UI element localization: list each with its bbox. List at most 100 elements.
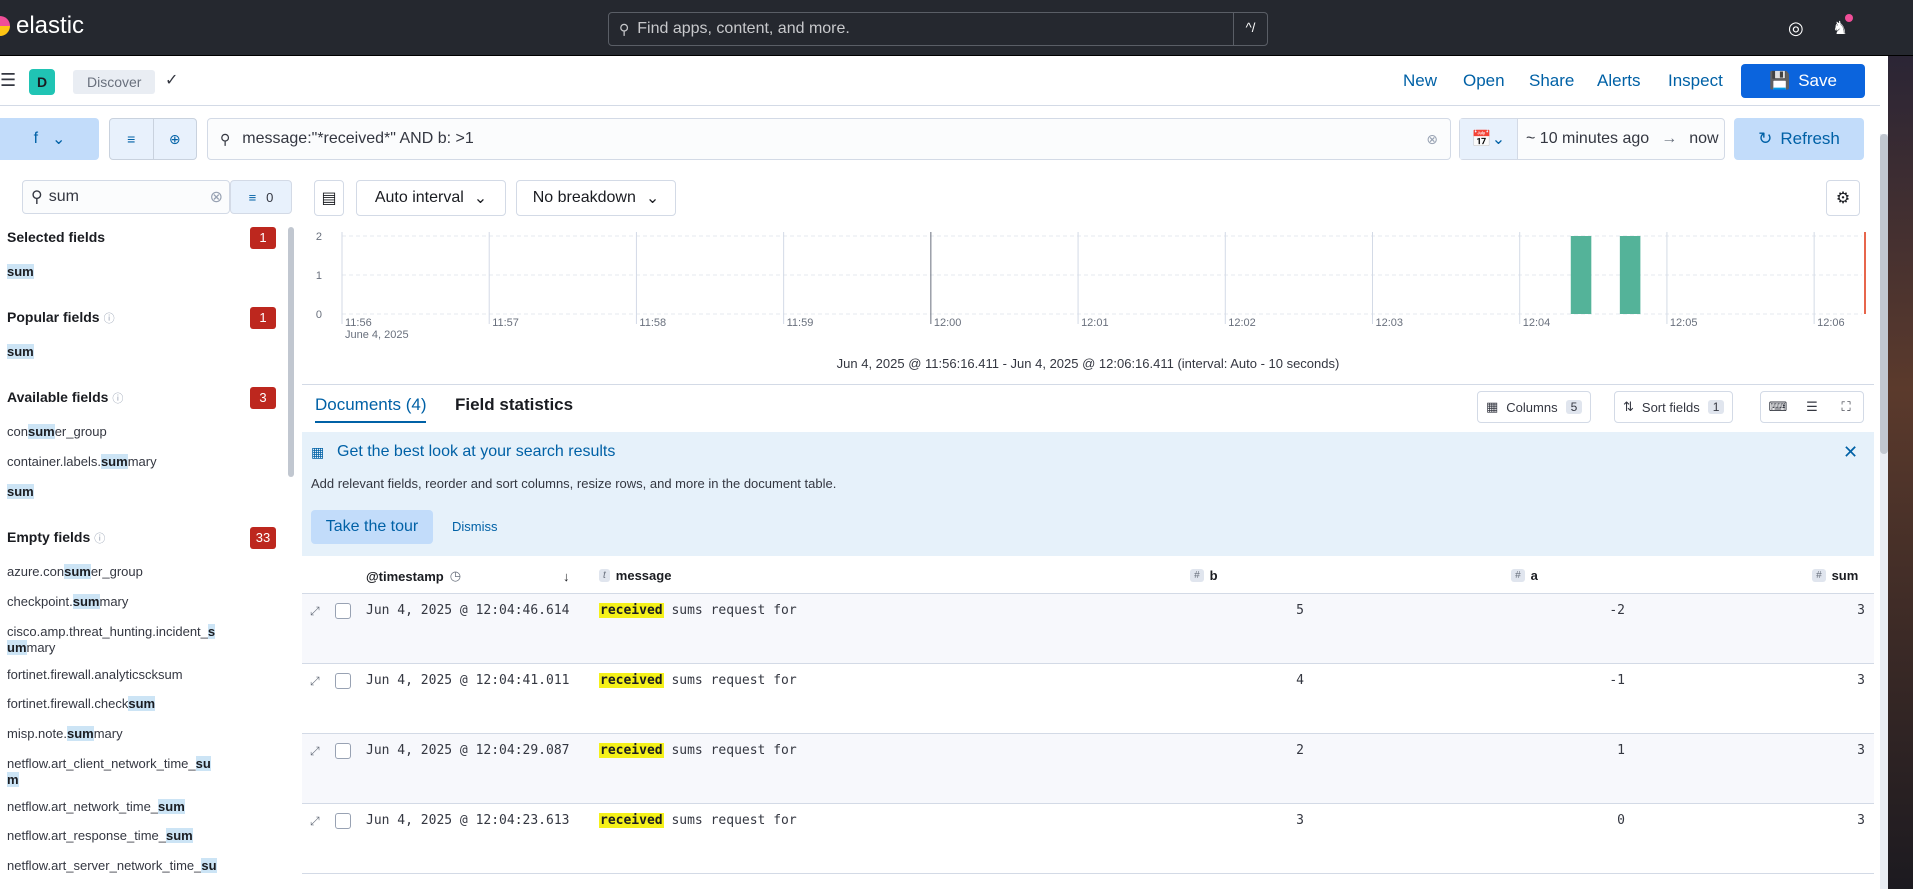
field-item[interactable]: netflow.art_response_time_sum	[7, 828, 237, 844]
expand-row-icon[interactable]: ⤢	[310, 744, 320, 759]
columns-icon: ▦	[1486, 399, 1499, 414]
x-tick-label: 12:03	[1375, 317, 1403, 329]
help-icon[interactable]: ◎	[1788, 18, 1804, 39]
field-item[interactable]: netflow.art_server_network_time_su	[7, 858, 237, 874]
row-checkbox[interactable]	[335, 603, 351, 619]
field-item[interactable]: azure.consumer_group	[7, 564, 237, 580]
field-item[interactable]: sum	[7, 264, 237, 280]
column-header-sum[interactable]: # sum	[1812, 568, 1858, 583]
field-item[interactable]: container.labels.summary	[7, 454, 237, 470]
settings-icon[interactable]: ☰	[1795, 399, 1829, 415]
refresh-button[interactable]: ↻ Refresh	[1734, 118, 1864, 160]
tab-field-statistics[interactable]: Field statistics	[455, 395, 573, 415]
field-item[interactable]: checkpoint.summary	[7, 594, 237, 610]
column-header-b[interactable]: # b	[1190, 568, 1218, 583]
sidebar-scrollbar[interactable]	[288, 227, 294, 477]
menu-icon[interactable]: ☰	[0, 70, 16, 91]
time-range-caption: Jun 4, 2025 @ 11:56:16.411 - Jun 4, 2025…	[836, 356, 1340, 371]
page-scrollbar-thumb[interactable]	[1880, 134, 1888, 454]
field-item[interactable]: fortinet.firewall.analyticscksum	[7, 667, 237, 683]
cell-message: received sums request for	[599, 813, 797, 828]
callout-description: Add relevant fields, reorder and sort co…	[311, 476, 837, 491]
interval-select[interactable]: Auto interval ⌄	[356, 180, 506, 216]
column-header-a[interactable]: # a	[1511, 568, 1538, 583]
data-view-picker[interactable]: f ⌄	[0, 118, 99, 160]
share-link[interactable]: Share	[1529, 71, 1574, 91]
toggle-chart-button[interactable]: ▤	[314, 180, 344, 216]
section-empty[interactable]: Empty fields ⓘ	[7, 529, 105, 546]
take-tour-button[interactable]: Take the tour	[311, 510, 433, 544]
x-tick-label: 12:01	[1081, 317, 1109, 329]
column-title: a	[1530, 568, 1538, 583]
sort-fields-button[interactable]: ⇅ Sort fields 1	[1614, 391, 1734, 423]
field-name-match: sum	[7, 264, 34, 279]
table-row[interactable]: ⤢ Jun 4, 2025 @ 12:04:23.613 received sums…	[302, 804, 1874, 874]
fullscreen-icon[interactable]: ⛶	[1829, 399, 1863, 415]
breakdown-select[interactable]: No breakdown ⌄	[516, 180, 676, 216]
alerts-link[interactable]: Alerts	[1597, 71, 1640, 91]
info-icon[interactable]: ⓘ	[94, 533, 105, 545]
field-item[interactable]: cisco.amp.threat_hunting.incident_s ummar…	[7, 624, 237, 656]
histogram-chart[interactable]: 0 1 2 11:56 11:57 11:58 11:59 12:00 12:01 12:02 12…	[302, 224, 1874, 354]
field-item[interactable]: sum	[7, 344, 237, 360]
field-name-part: fortinet.firewall.analyticscksum	[7, 667, 183, 682]
filter-menu-icon[interactable]: ≡	[110, 119, 153, 159]
cell-b: 5	[1296, 603, 1304, 618]
field-name-match: sum	[66, 726, 94, 741]
global-search-input[interactable]: ⚲ Find apps, content, and more. ^/	[608, 12, 1268, 46]
breadcrumb[interactable]: Discover	[73, 70, 156, 94]
section-selected[interactable]: Selected fields	[7, 229, 105, 245]
open-link[interactable]: Open	[1463, 71, 1505, 91]
cell-timestamp: Jun 4, 2025 @ 12:04:41.011	[366, 673, 570, 688]
save-button[interactable]: 💾 Save	[1741, 64, 1865, 98]
expand-row-icon[interactable]: ⤢	[310, 604, 320, 619]
row-checkbox[interactable]	[335, 743, 351, 759]
date-picker[interactable]: 📅⌄ ~ 10 minutes ago → now	[1459, 118, 1725, 160]
info-icon[interactable]: ⓘ	[112, 393, 123, 405]
table-row[interactable]: ⤢ Jun 4, 2025 @ 12:04:46.614 received sums…	[302, 594, 1874, 664]
tab-documents[interactable]: Documents (4)	[315, 395, 427, 423]
clear-query-icon[interactable]: ⊗	[1426, 131, 1438, 148]
new-link[interactable]: New	[1403, 71, 1437, 91]
field-item[interactable]: consumer_group	[7, 424, 237, 440]
cell-a: -2	[1609, 603, 1625, 618]
x-tick-label: 11:57	[492, 317, 519, 329]
elastic-logo[interactable]: elastic	[0, 12, 84, 40]
sort-desc-icon[interactable]: ↓	[563, 569, 570, 584]
result-tabs: Documents (4) Field statistics ▦ Columns…	[302, 384, 1874, 424]
field-item[interactable]: sum	[7, 484, 237, 500]
expand-row-icon[interactable]: ⤢	[310, 814, 320, 829]
x-tick-label: 12:02	[1228, 317, 1256, 329]
table-row[interactable]: ⤢ Jun 4, 2025 @ 12:04:29.087 received sums…	[302, 734, 1874, 804]
row-checkbox[interactable]	[335, 813, 351, 829]
query-input[interactable]: ⚲ message:"*received*" AND b: >1 ⊗	[207, 118, 1451, 160]
shortcut-hint: ^/	[1233, 13, 1267, 45]
close-icon[interactable]: ✕	[1843, 442, 1858, 463]
section-popular[interactable]: Popular fields ⓘ	[7, 309, 115, 326]
field-item[interactable]: netflow.art_network_time_sum	[7, 799, 237, 815]
info-icon[interactable]: ⓘ	[104, 313, 115, 325]
field-item[interactable]: misp.note.summary	[7, 726, 237, 742]
space-avatar[interactable]: D	[29, 69, 55, 95]
field-filter-button[interactable]: ≡ 0	[230, 180, 292, 214]
field-search-input[interactable]: ⚲ sum ⊗	[22, 180, 230, 214]
time-start[interactable]: ~ 10 minutes ago	[1526, 130, 1649, 148]
time-end[interactable]: now	[1689, 130, 1718, 148]
section-available[interactable]: Available fields ⓘ	[7, 389, 123, 406]
add-filter-icon[interactable]: ⊕	[152, 119, 197, 159]
keyboard-icon[interactable]: ⌨	[1761, 399, 1795, 415]
dismiss-button[interactable]: Dismiss	[452, 519, 498, 534]
clear-search-icon[interactable]: ⊗	[210, 187, 223, 207]
calendar-icon[interactable]: 📅⌄	[1460, 119, 1518, 159]
row-checkbox[interactable]	[335, 673, 351, 689]
inspect-link[interactable]: Inspect	[1668, 71, 1723, 91]
table-row[interactable]: ⤢ Jun 4, 2025 @ 12:04:41.011 received sums…	[302, 664, 1874, 734]
expand-row-icon[interactable]: ⤢	[310, 674, 320, 689]
field-name-match: um	[7, 640, 27, 655]
field-item[interactable]: fortinet.firewall.checksum	[7, 696, 237, 712]
column-header-timestamp[interactable]: @timestamp ◷ ↓	[366, 568, 570, 584]
column-header-message[interactable]: t message	[599, 568, 671, 583]
field-item[interactable]: netflow.art_client_network_time_su m	[7, 756, 237, 788]
chart-options-button[interactable]: ⚙	[1826, 180, 1860, 216]
columns-button[interactable]: ▦ Columns 5	[1477, 391, 1592, 423]
